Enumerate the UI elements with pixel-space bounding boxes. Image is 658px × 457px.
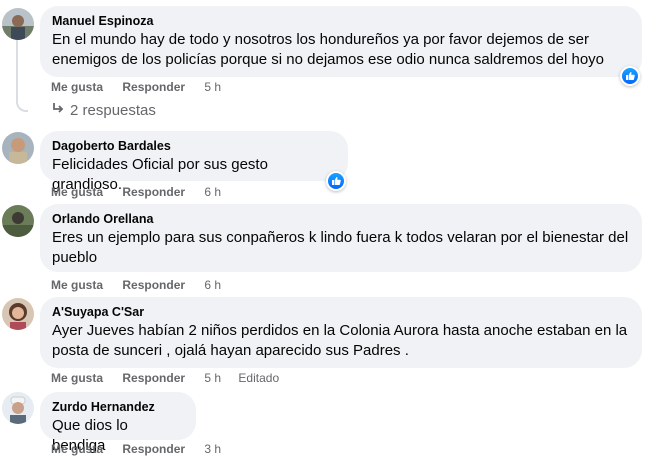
comment-actions: Me gusta Responder 5 h Editado (51, 370, 295, 386)
comment-author[interactable]: A'Suyapa C'Sar (52, 304, 630, 320)
like-icon (626, 72, 635, 80)
comment-bubble: Manuel Espinoza En el mundo hay de todo … (40, 6, 642, 77)
avatar-photo-icon (2, 298, 34, 330)
reply-arrow-icon (53, 103, 64, 113)
reply-button[interactable]: Responder (122, 278, 185, 292)
comment-author[interactable]: Dagoberto Bardales (52, 138, 336, 154)
thread-connector (16, 40, 28, 112)
comment-timestamp[interactable]: 5 h (204, 371, 221, 385)
like-button[interactable]: Me gusta (51, 80, 103, 94)
reply-button[interactable]: Responder (122, 371, 185, 385)
like-button[interactable]: Me gusta (51, 278, 103, 292)
avatar[interactable] (2, 8, 34, 40)
like-icon (332, 177, 341, 185)
reply-button[interactable]: Responder (122, 185, 185, 199)
comment-author[interactable]: Manuel Espinoza (52, 13, 630, 29)
avatar[interactable] (2, 298, 34, 330)
reaction-badge[interactable] (620, 66, 640, 86)
view-replies-button[interactable]: 2 respuestas (52, 101, 156, 121)
comment-timestamp[interactable]: 5 h (204, 80, 221, 94)
comment-timestamp[interactable]: 6 h (204, 278, 221, 292)
like-button[interactable]: Me gusta (51, 442, 103, 456)
comment-actions: Me gusta Responder 5 h (51, 79, 235, 95)
comment-timestamp[interactable]: 6 h (204, 185, 221, 199)
comment-bubble: Zurdo Hernandez Que dios lo bendiga (40, 392, 196, 454)
comment-author[interactable]: Orlando Orellana (52, 211, 630, 227)
comment-text: Ayer Jueves habían 2 niños perdidos en l… (52, 322, 628, 359)
avatar[interactable] (2, 205, 34, 237)
comment-bubble: Dagoberto Bardales Felicidades Oficial p… (40, 131, 348, 193)
like-button[interactable]: Me gusta (51, 371, 103, 385)
reply-button[interactable]: Responder (122, 80, 185, 94)
avatar-photo-icon (2, 8, 34, 40)
avatar-photo-icon (2, 392, 34, 424)
reaction-badge[interactable] (326, 171, 346, 191)
comment-actions: Me gusta Responder 6 h (51, 184, 235, 200)
avatar[interactable] (2, 132, 34, 164)
replies-count: 2 respuestas (70, 102, 156, 119)
like-button[interactable]: Me gusta (51, 185, 103, 199)
comment-text: Eres un ejemplo para sus conpañeros k li… (52, 229, 629, 266)
comment-actions: Me gusta Responder 6 h (51, 277, 235, 293)
avatar-photo-icon (2, 132, 34, 164)
avatar[interactable] (2, 392, 34, 424)
comment-author[interactable]: Zurdo Hernandez (52, 399, 184, 415)
comment-timestamp[interactable]: 3 h (204, 442, 221, 456)
comment-bubble: A'Suyapa C'Sar Ayer Jueves habían 2 niño… (40, 297, 642, 368)
comment-bubble: Orlando Orellana Eres un ejemplo para su… (40, 204, 642, 272)
comment-actions: Me gusta Responder 3 h (51, 441, 235, 457)
reply-button[interactable]: Responder (122, 442, 185, 456)
edited-label: Editado (238, 371, 280, 385)
comment-text: En el mundo hay de todo y nosotros los h… (52, 31, 605, 68)
avatar-photo-icon (2, 205, 34, 237)
